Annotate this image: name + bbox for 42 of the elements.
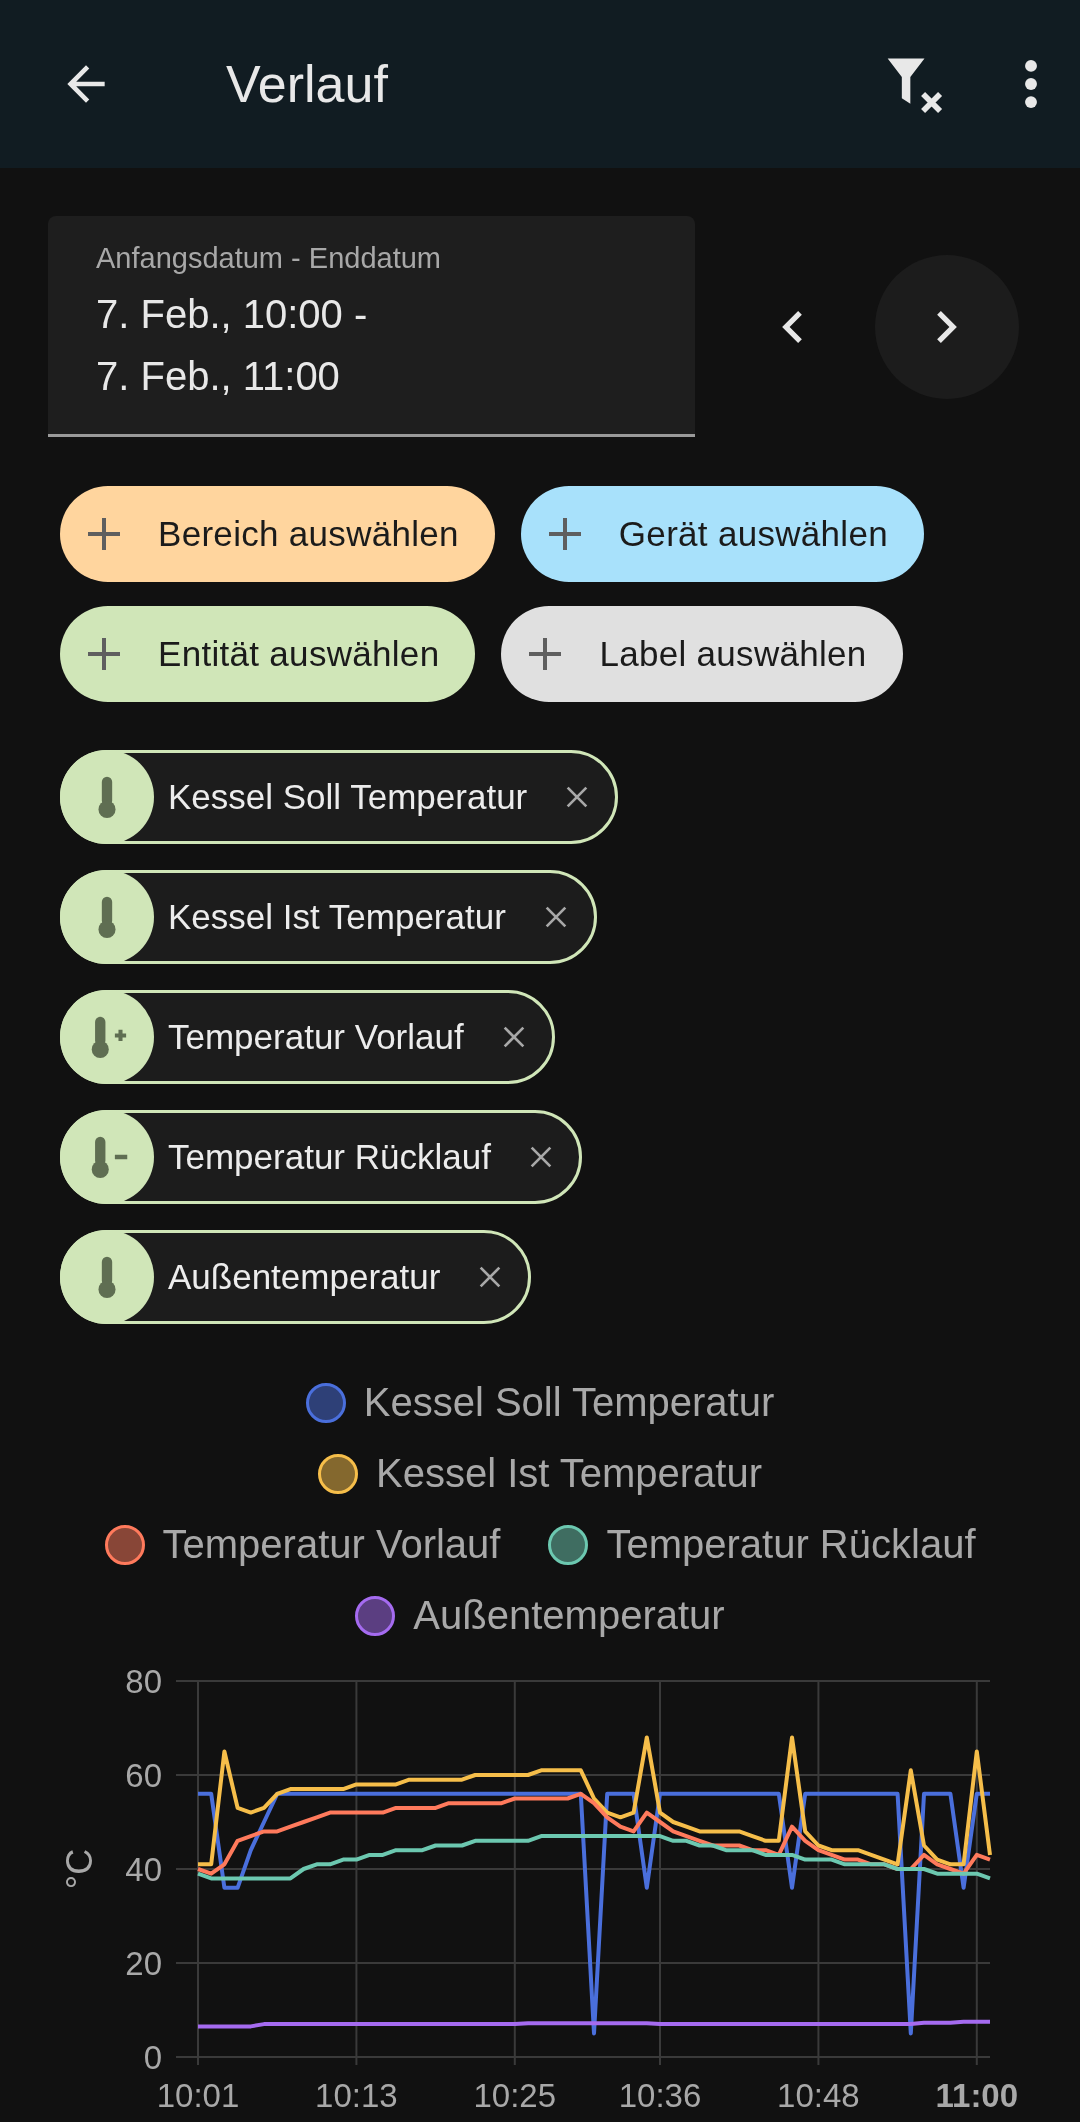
filter-chip[interactable]: Bereich auswählen <box>60 486 495 582</box>
entity-name: Temperatur Vorlauf <box>168 1017 464 1057</box>
entity-name: Kessel Ist Temperatur <box>168 897 506 937</box>
x-tick-label: 11:00 <box>935 2077 1019 2114</box>
chevron-right-icon <box>937 310 957 343</box>
x-tick-label: 10:01 <box>156 2077 240 2114</box>
x-tick-label: 10:48 <box>777 2077 860 2114</box>
page-title: Verlauf <box>226 54 388 114</box>
entity-name: Temperatur Rücklauf <box>168 1137 491 1177</box>
legend-label[interactable]: Kessel Ist Temperatur <box>375 1451 763 1496</box>
legend-label[interactable]: Außentemperatur <box>413 1593 725 1638</box>
axis-title: °C <box>59 1848 100 1890</box>
previous-icon[interactable] <box>782 310 802 343</box>
y-tick-label: 80 <box>125 1669 162 1700</box>
entity-chip[interactable]: Temperatur Rücklauf <box>60 1110 582 1204</box>
legend-dot[interactable] <box>104 1524 145 1565</box>
x-tick-label: 10:25 <box>473 2077 557 2114</box>
field-label: Anfangsdatum - Enddatum <box>96 242 441 275</box>
entity-chip[interactable]: Temperatur Vorlauf <box>60 990 555 1084</box>
y-tick-label: 20 <box>125 1945 162 1982</box>
legend-dot[interactable] <box>355 1595 396 1636</box>
filter-chip[interactable]: Label auswählen <box>501 606 903 702</box>
x-tick-label: 10:36 <box>618 2077 702 2114</box>
entity-name: Kessel Soll Temperatur <box>168 777 528 817</box>
date-range-value: 7. Feb., 10:00 - 7. Feb., 11:00 <box>96 291 368 400</box>
legend-dot[interactable] <box>548 1524 589 1565</box>
legend-label[interactable]: Temperatur Rücklauf <box>606 1522 976 1567</box>
entity-name: Außentemperatur <box>168 1257 441 1297</box>
date-range-field[interactable]: Anfangsdatum - Enddatum 7. Feb., 10:00 - 7. Feb., 11:00 <box>48 216 695 437</box>
filter-chip[interactable]: Entität auswählen <box>60 606 476 702</box>
legend-label[interactable]: Kessel Soll Temperatur <box>363 1380 775 1425</box>
y-tick-label: 60 <box>125 1757 162 1794</box>
y-tick-label: 0 <box>143 2039 162 2076</box>
entity-chip[interactable]: Kessel Soll Temperatur <box>60 750 619 844</box>
legend-dot[interactable] <box>317 1453 358 1494</box>
entity-chip[interactable]: Außentemperatur <box>60 1230 532 1324</box>
x-tick-label: 10:13 <box>315 2077 398 2114</box>
legend-dot[interactable] <box>305 1382 346 1423</box>
entity-chip[interactable]: Kessel Ist Temperatur <box>60 870 597 964</box>
legend-label[interactable]: Temperatur Vorlauf <box>162 1522 501 1567</box>
filter-chip[interactable]: Gerät auswählen <box>520 486 924 582</box>
y-tick-label: 40 <box>125 1851 162 1888</box>
